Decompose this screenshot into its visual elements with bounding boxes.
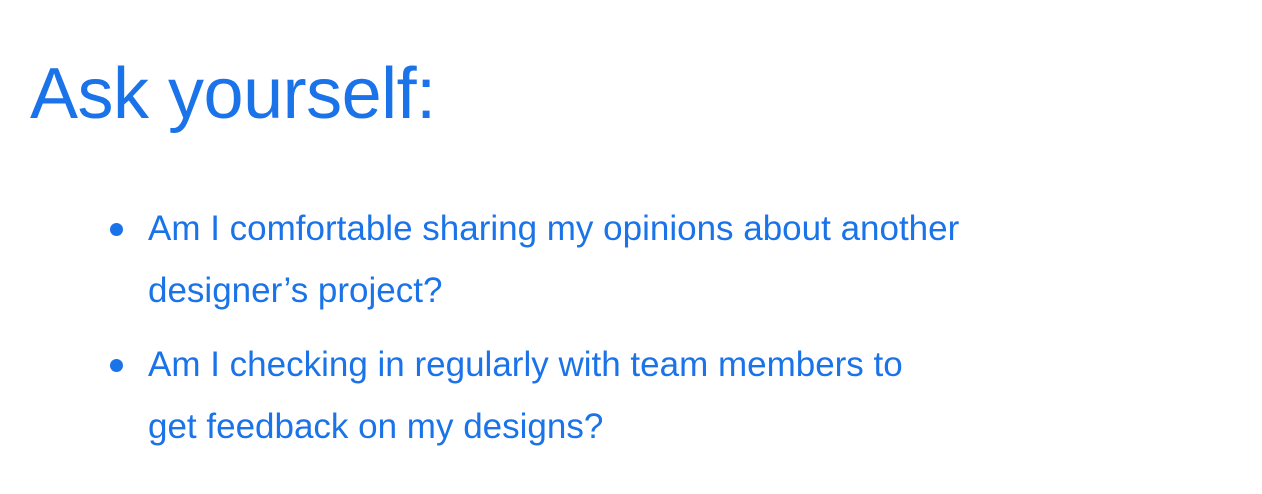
bullet-dot-icon: [110, 223, 123, 236]
bullet-list: Am I comfortable sharing my opinions abo…: [110, 198, 1160, 470]
bullet-text-line: Am I comfortable sharing my opinions abo…: [148, 209, 960, 248]
bullet-text-line: Am I checking in regularly with team mem…: [148, 345, 903, 384]
slide: Ask yourself: Am I comfortable sharing m…: [0, 0, 1262, 494]
bullet-text-line: get feedback on my designs?: [148, 407, 604, 446]
slide-title: Ask yourself:: [30, 54, 436, 134]
bullet-dot-icon: [110, 359, 123, 372]
bullet-text-line: designer’s project?: [148, 271, 443, 310]
bullet-item: Am I checking in regularly with team mem…: [110, 334, 1160, 458]
bullet-item: Am I comfortable sharing my opinions abo…: [110, 198, 1160, 322]
